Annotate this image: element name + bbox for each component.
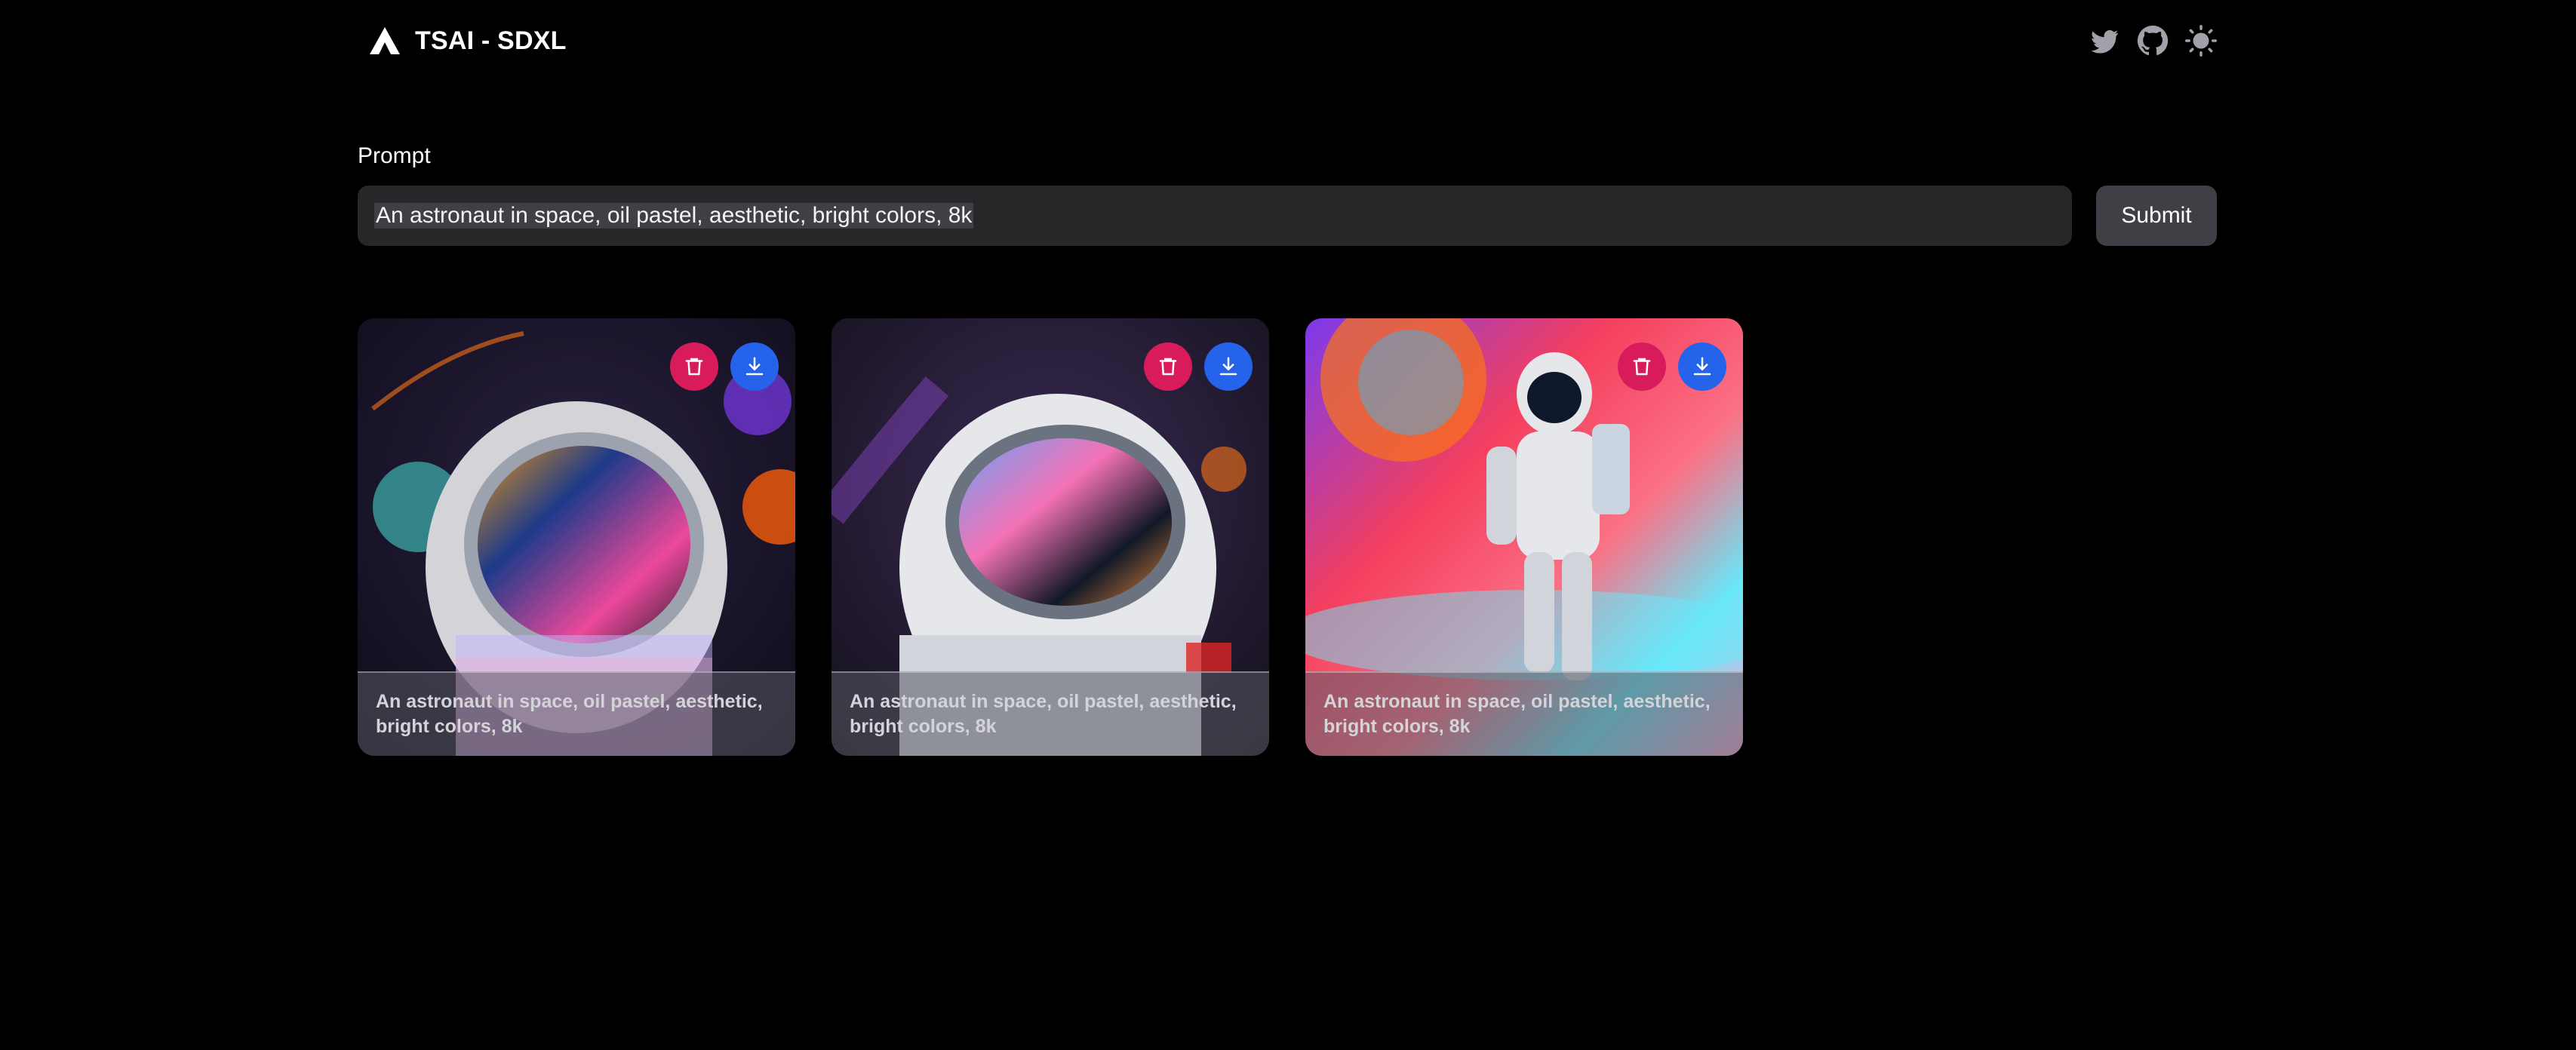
download-button[interactable] bbox=[1678, 342, 1726, 391]
image-card[interactable]: An astronaut in space, oil pastel, aesth… bbox=[358, 318, 795, 756]
download-icon bbox=[1219, 357, 1237, 376]
delete-button[interactable] bbox=[670, 342, 718, 391]
theme-toggle-icon[interactable] bbox=[2185, 25, 2217, 57]
delete-button[interactable] bbox=[1144, 342, 1192, 391]
submit-button[interactable]: Submit bbox=[2096, 186, 2217, 246]
download-icon bbox=[745, 357, 764, 376]
twitter-icon[interactable] bbox=[2089, 25, 2120, 57]
trash-icon bbox=[1159, 358, 1177, 376]
image-caption: An astronaut in space, oil pastel, aesth… bbox=[1305, 671, 1743, 756]
delete-button[interactable] bbox=[1618, 342, 1666, 391]
github-icon[interactable] bbox=[2137, 25, 2169, 57]
image-caption: An astronaut in space, oil pastel, aesth… bbox=[358, 671, 795, 756]
trash-icon bbox=[1633, 358, 1651, 376]
image-card[interactable]: An astronaut in space, oil pastel, aesth… bbox=[1305, 318, 1743, 756]
prompt-input-value: An astronaut in space, oil pastel, aesth… bbox=[374, 203, 974, 229]
trash-icon bbox=[685, 358, 703, 376]
download-button[interactable] bbox=[1204, 342, 1253, 391]
prompt-input[interactable]: An astronaut in space, oil pastel, aesth… bbox=[358, 186, 2072, 246]
brand[interactable]: TSAI - SDXL bbox=[368, 26, 567, 56]
download-icon bbox=[1693, 357, 1711, 376]
prompt-label: Prompt bbox=[358, 143, 431, 168]
logo-icon bbox=[370, 27, 400, 54]
image-caption: An astronaut in space, oil pastel, aesth… bbox=[832, 671, 1269, 756]
app-title: TSAI - SDXL bbox=[415, 26, 567, 55]
image-card[interactable]: An astronaut in space, oil pastel, aesth… bbox=[832, 318, 1269, 756]
app-header: TSAI - SDXL bbox=[358, 20, 2217, 62]
download-button[interactable] bbox=[730, 342, 779, 391]
